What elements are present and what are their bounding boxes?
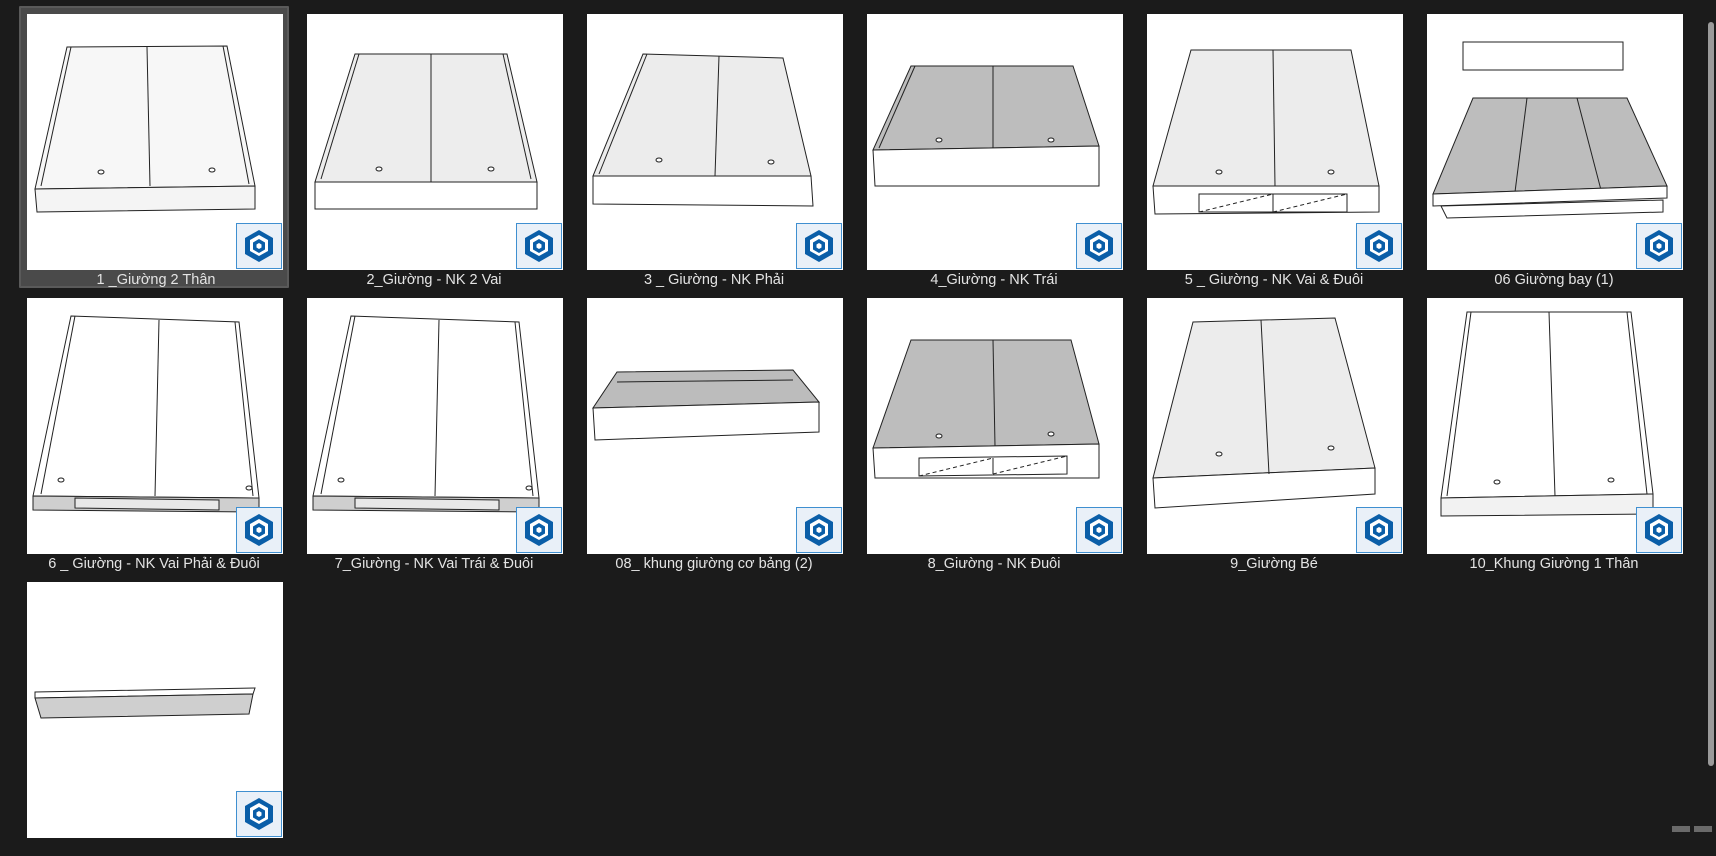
sketchup-icon — [516, 223, 562, 269]
file-item[interactable]: 4_Giường - NK Trái — [859, 6, 1129, 288]
file-item[interactable]: 08_ khung giường cơ bảng (2) — [579, 290, 849, 572]
file-thumbnail[interactable] — [1427, 298, 1683, 554]
sketchup-icon — [796, 507, 842, 553]
file-item[interactable]: 8_Giường - NK Đuôi — [859, 290, 1129, 572]
file-thumbnail[interactable] — [587, 298, 843, 554]
sketchup-icon — [1356, 507, 1402, 553]
sketchup-icon — [236, 223, 282, 269]
file-name-label: 2_Giường - NK 2 Vai — [294, 271, 574, 289]
sketchup-icon — [1636, 223, 1682, 269]
file-item[interactable]: 1 _Giường 2 Thân — [19, 6, 289, 288]
sketchup-icon — [796, 223, 842, 269]
file-item[interactable]: 06 Giường bay (1) — [1419, 6, 1689, 288]
file-name-label: 7_Giường - NK Vai Trái & Đuôi — [294, 555, 574, 573]
file-name-label: 1 _Giường 2 Thân — [16, 271, 296, 289]
file-thumbnail[interactable] — [1427, 14, 1683, 270]
file-name-label: 3 _ Giường - NK Phải — [574, 271, 854, 289]
file-thumbnail[interactable] — [867, 298, 1123, 554]
file-thumbnail[interactable] — [587, 14, 843, 270]
sketchup-icon — [1076, 507, 1122, 553]
file-name-label: 9_Giường Bé — [1134, 555, 1414, 573]
view-toggle-button-2[interactable] — [1694, 826, 1712, 832]
file-name-label: 8_Giường - NK Đuôi — [854, 555, 1134, 573]
file-item[interactable]: 7_Giường - NK Vai Trái & Đuôi — [299, 290, 569, 572]
file-name-label: 08_ khung giường cơ bảng (2) — [574, 555, 854, 573]
file-name-label: 06 Giường bay (1) — [1414, 271, 1694, 289]
file-thumbnail[interactable] — [1147, 14, 1403, 270]
file-thumbnail[interactable] — [307, 298, 563, 554]
file-thumbnail[interactable] — [867, 14, 1123, 270]
file-name-label: 6 _ Giường - NK Vai Phải & Đuôi — [14, 555, 294, 573]
file-thumbnail[interactable] — [1147, 298, 1403, 554]
file-item[interactable] — [19, 574, 289, 856]
file-item[interactable]: 5 _ Giường - NK Vai & Đuôi — [1139, 6, 1409, 288]
sketchup-icon — [516, 507, 562, 553]
file-item[interactable]: 9_Giường Bé — [1139, 290, 1409, 572]
sketchup-icon — [1636, 507, 1682, 553]
file-item[interactable]: 6 _ Giường - NK Vai Phải & Đuôi — [19, 290, 289, 572]
view-toggle-button[interactable] — [1672, 826, 1690, 832]
sketchup-icon — [236, 507, 282, 553]
file-item[interactable]: 10_Khung Giường 1 Thân — [1419, 290, 1689, 572]
vertical-scrollbar[interactable] — [1708, 22, 1714, 766]
sketchup-icon — [236, 791, 282, 837]
file-thumbnail-grid: 1 _Giường 2 Thân 2_Giường - NK 2 Vai 3 _… — [0, 0, 1716, 832]
file-item[interactable]: 3 _ Giường - NK Phải — [579, 6, 849, 288]
sketchup-icon — [1356, 223, 1402, 269]
sketchup-icon — [1076, 223, 1122, 269]
file-thumbnail[interactable] — [27, 582, 283, 838]
file-thumbnail[interactable] — [307, 14, 563, 270]
file-name-label: 4_Giường - NK Trái — [854, 271, 1134, 289]
file-thumbnail[interactable] — [27, 14, 283, 270]
file-thumbnail[interactable] — [27, 298, 283, 554]
file-name-label: 10_Khung Giường 1 Thân — [1414, 555, 1694, 573]
file-item[interactable]: 2_Giường - NK 2 Vai — [299, 6, 569, 288]
file-name-label: 5 _ Giường - NK Vai & Đuôi — [1134, 271, 1414, 289]
